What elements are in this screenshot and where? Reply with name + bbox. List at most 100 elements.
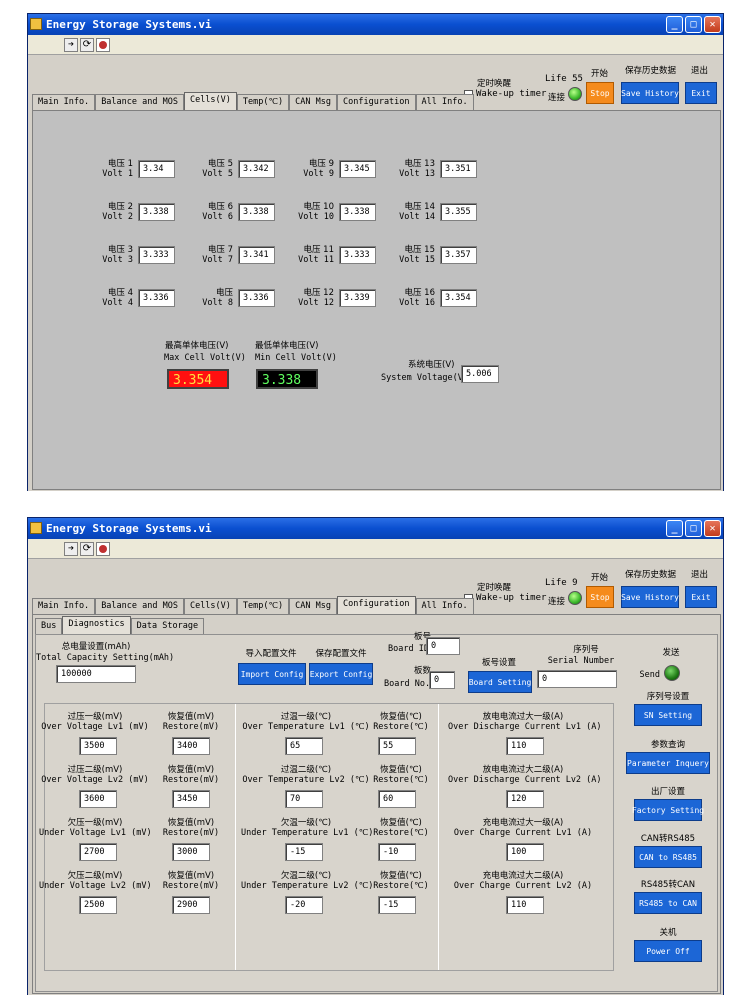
cell-volt-value: 3.355 bbox=[440, 203, 477, 221]
tab-balance-and-mos[interactable]: Balance and MOS bbox=[95, 94, 184, 110]
minimize-button[interactable]: _ bbox=[666, 16, 683, 33]
cell-volt-label: Volt 12 bbox=[298, 298, 334, 308]
connect-label: 连接 bbox=[548, 93, 566, 103]
close-button[interactable]: ✕ bbox=[704, 520, 721, 537]
temperature-threshold-input[interactable]: 70 bbox=[285, 790, 323, 808]
restore-input[interactable]: 60 bbox=[378, 790, 416, 808]
voltage-threshold-input[interactable]: 3500 bbox=[79, 737, 117, 755]
tab-can-msg[interactable]: CAN Msg bbox=[289, 598, 337, 614]
current-threshold-input[interactable]: 110 bbox=[506, 896, 544, 914]
save-history-label: 保存历史数据 bbox=[625, 570, 677, 580]
window-title: Energy Storage Systems.vi bbox=[46, 18, 212, 31]
tab-data-storage[interactable]: Data Storage bbox=[130, 618, 205, 634]
export-config-cn: 保存配置文件 bbox=[315, 649, 367, 659]
sys-volt-cn: 系统电压(V) bbox=[408, 360, 455, 370]
tab-temp[interactable]: Temp(℃) bbox=[236, 94, 290, 110]
tab-can-msg[interactable]: CAN Msg bbox=[289, 94, 337, 110]
current-threshold-label: Over Charge Current Lv2 (A) bbox=[453, 881, 593, 891]
voltage-threshold-input[interactable]: 3600 bbox=[79, 790, 117, 808]
app-icon bbox=[30, 18, 42, 30]
maximize-button[interactable]: □ bbox=[685, 520, 702, 537]
temperature-threshold-input[interactable]: 65 bbox=[285, 737, 323, 755]
cell-volt-value: 3.351 bbox=[440, 160, 477, 178]
factory-setting-button[interactable]: Factory Setting bbox=[632, 799, 704, 821]
tab-configuration[interactable]: Configuration bbox=[337, 94, 416, 110]
tab-all-info[interactable]: All Info. bbox=[415, 94, 474, 110]
board-setting-button[interactable]: Board Setting bbox=[468, 671, 532, 693]
restore-input[interactable]: 3000 bbox=[172, 843, 210, 861]
life-value: 55 bbox=[572, 74, 583, 84]
board-no-input[interactable]: 0 bbox=[429, 671, 455, 689]
tab-main-info[interactable]: Main Info. bbox=[32, 94, 96, 110]
tab-cells-v[interactable]: Cells(V) bbox=[183, 92, 237, 110]
abort-icon[interactable] bbox=[96, 542, 110, 556]
restore-input[interactable]: 55 bbox=[378, 737, 416, 755]
restore-input[interactable]: -15 bbox=[378, 896, 416, 914]
send-indicator[interactable] bbox=[664, 665, 680, 681]
save-history-button[interactable]: Save History bbox=[621, 82, 679, 104]
cell-volt-cn: 电压 16 bbox=[404, 288, 435, 298]
run-arrow-icon[interactable]: ➔ bbox=[64, 542, 78, 556]
cell-volt-label: Volt 8 bbox=[202, 298, 233, 308]
run-continuous-icon[interactable]: ⟳ bbox=[80, 38, 94, 52]
minimize-button[interactable]: _ bbox=[666, 520, 683, 537]
voltage-threshold-input[interactable]: 2500 bbox=[79, 896, 117, 914]
tab-all-info[interactable]: All Info. bbox=[415, 598, 474, 614]
restore-input[interactable]: 3450 bbox=[172, 790, 210, 808]
rs485-to-can-button[interactable]: RS485 to CAN bbox=[634, 892, 702, 914]
cell-volt-cn: 电压 15 bbox=[404, 245, 435, 255]
tab-diagnostics[interactable]: Diagnostics bbox=[62, 616, 131, 634]
capacity-label: Total Capacity Setting(mAh) bbox=[36, 653, 175, 663]
stop-button[interactable]: Stop bbox=[586, 586, 614, 608]
restore-input[interactable]: 3400 bbox=[172, 737, 210, 755]
sn-setting-button[interactable]: SN Setting bbox=[634, 704, 702, 726]
current-threshold-input[interactable]: 120 bbox=[506, 790, 544, 808]
tab-balance-and-mos[interactable]: Balance and MOS bbox=[95, 598, 184, 614]
temperature-threshold-input[interactable]: -20 bbox=[285, 896, 323, 914]
board-no-label: Board No. bbox=[384, 679, 431, 689]
cell-volt-label: Volt 15 bbox=[399, 255, 435, 265]
wake-label-cn: 定时唤醒 bbox=[477, 583, 512, 593]
exit-button[interactable]: Exit bbox=[685, 586, 717, 608]
diagnostics-panel: 总电量设置(mAh) Total Capacity Setting(mAh) 1… bbox=[35, 632, 718, 992]
abort-icon[interactable] bbox=[96, 38, 110, 52]
wake-label-cn: 定时唤醒 bbox=[477, 79, 512, 89]
temperature-threshold-input[interactable]: -15 bbox=[285, 843, 323, 861]
parameter-inquery-button[interactable]: Parameter Inquery bbox=[626, 752, 710, 774]
board-setting-cn: 板号设置 bbox=[481, 658, 516, 668]
cell-volt-label: Volt 5 bbox=[202, 169, 233, 179]
run-continuous-icon[interactable]: ⟳ bbox=[80, 542, 94, 556]
tab-temp[interactable]: Temp(℃) bbox=[236, 598, 290, 614]
exit-button[interactable]: Exit bbox=[685, 82, 717, 104]
can-to-rs485-button[interactable]: CAN to RS485 bbox=[634, 846, 702, 868]
tab-bus[interactable]: Bus bbox=[35, 618, 63, 634]
power-off-cn: 关机 bbox=[659, 928, 677, 938]
restore-input[interactable]: 2900 bbox=[172, 896, 210, 914]
cell-volt-label: Volt 14 bbox=[399, 212, 435, 222]
close-button[interactable]: ✕ bbox=[704, 16, 721, 33]
voltage-threshold-label: Over Voltage Lv2 (mV) bbox=[41, 775, 149, 785]
temperature-threshold-label: Over Temperature Lv1 (℃) bbox=[242, 722, 370, 732]
restore-input[interactable]: -10 bbox=[378, 843, 416, 861]
max-volt-label: Max Cell Volt(V) bbox=[164, 353, 246, 363]
export-config-button[interactable]: Export Config bbox=[309, 663, 373, 685]
serial-input[interactable]: 0 bbox=[537, 670, 617, 688]
capacity-input[interactable]: 100000 bbox=[56, 665, 136, 683]
tab-main-info[interactable]: Main Info. bbox=[32, 598, 96, 614]
current-threshold-cn: 放电电流过大二级(A) bbox=[482, 765, 564, 775]
temperature-threshold-cn: 过温一级(℃) bbox=[280, 712, 332, 722]
import-config-button[interactable]: Import Config bbox=[238, 663, 306, 685]
tab-configuration[interactable]: Configuration bbox=[337, 596, 416, 614]
power-off-button[interactable]: Power Off bbox=[634, 940, 702, 962]
stop-button[interactable]: Stop bbox=[586, 82, 614, 104]
current-threshold-input[interactable]: 110 bbox=[506, 737, 544, 755]
current-threshold-input[interactable]: 100 bbox=[506, 843, 544, 861]
title-bar: Energy Storage Systems.vi _ □ ✕ bbox=[28, 14, 723, 35]
board-id-input[interactable]: 0 bbox=[426, 637, 460, 655]
tab-cells-v[interactable]: Cells(V) bbox=[183, 598, 237, 614]
save-history-button[interactable]: Save History bbox=[621, 586, 679, 608]
cell-volt-cn: 电压 10 bbox=[303, 202, 334, 212]
run-arrow-icon[interactable]: ➔ bbox=[64, 38, 78, 52]
voltage-threshold-input[interactable]: 2700 bbox=[79, 843, 117, 861]
maximize-button[interactable]: □ bbox=[685, 16, 702, 33]
